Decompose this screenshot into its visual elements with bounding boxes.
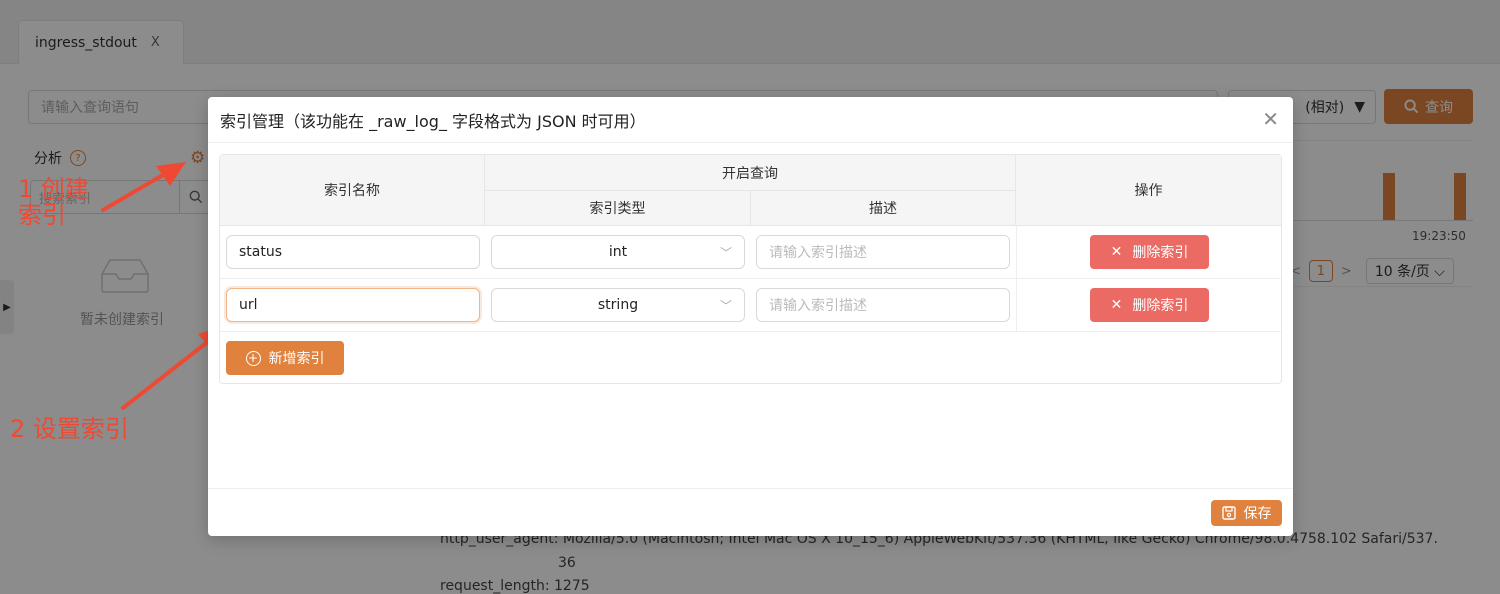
save-icon (1221, 506, 1236, 520)
modal-header: 索引管理（该功能在 _raw_log_ 字段格式为 JSON 时可用） ✕ (208, 97, 1293, 143)
add-index-label: 新增索引 (268, 351, 325, 367)
chevron-down-icon: ﹀ (719, 246, 732, 260)
close-icon: ✕ (1110, 297, 1123, 313)
row-divider (220, 331, 1281, 332)
add-index-button[interactable]: + 新增索引 (226, 341, 344, 375)
close-icon[interactable]: ✕ (1262, 109, 1279, 129)
index-description-placeholder: 请输入索引描述 (769, 245, 867, 261)
save-label: 保存 (1243, 506, 1272, 522)
index-type-value: int (608, 244, 628, 260)
delete-index-label: 删除索引 (1132, 298, 1189, 314)
index-name-input[interactable]: status (226, 235, 480, 269)
delete-index-button[interactable]: ✕ 删除索引 (1090, 288, 1209, 322)
delete-index-label: 删除索引 (1132, 245, 1189, 261)
header-query-group: 开启查询 (485, 155, 1016, 191)
save-button[interactable]: 保存 (1211, 500, 1282, 526)
index-type-select[interactable]: string ﹀ (491, 288, 745, 322)
index-description-input[interactable]: 请输入索引描述 (756, 288, 1010, 322)
header-index-name: 索引名称 (220, 155, 485, 226)
annotation-step1: 1 创建 索引 (18, 175, 89, 229)
index-description-input[interactable]: 请输入索引描述 (756, 235, 1010, 269)
modal-footer: 保存 (208, 488, 1293, 536)
row-divider (220, 278, 1281, 279)
delete-index-button[interactable]: ✕ 删除索引 (1090, 235, 1209, 269)
index-name-value: status (239, 244, 283, 260)
index-name-value: url (239, 297, 258, 313)
index-type-select[interactable]: int ﹀ (491, 235, 745, 269)
index-name-input[interactable]: url (226, 288, 480, 322)
index-type-value: string (597, 297, 639, 313)
chevron-down-icon: ﹀ (719, 299, 732, 313)
index-table: 索引名称 开启查询 索引类型 描述 操作 status int ﹀ 请输入索引描… (219, 154, 1282, 384)
header-index-type: 索引类型 (485, 191, 751, 226)
annotation-step2: 2 设置索引 (10, 415, 129, 443)
index-description-placeholder: 请输入索引描述 (769, 298, 867, 314)
close-icon: ✕ (1110, 244, 1123, 260)
header-description: 描述 (751, 191, 1016, 226)
plus-circle-icon: + (245, 350, 261, 366)
modal-title: 索引管理（该功能在 _raw_log_ 字段格式为 JSON 时可用） (220, 111, 646, 131)
header-actions: 操作 (1016, 155, 1281, 226)
index-management-modal: 索引管理（该功能在 _raw_log_ 字段格式为 JSON 时可用） ✕ 索引… (208, 97, 1293, 536)
col-divider (1016, 226, 1017, 331)
